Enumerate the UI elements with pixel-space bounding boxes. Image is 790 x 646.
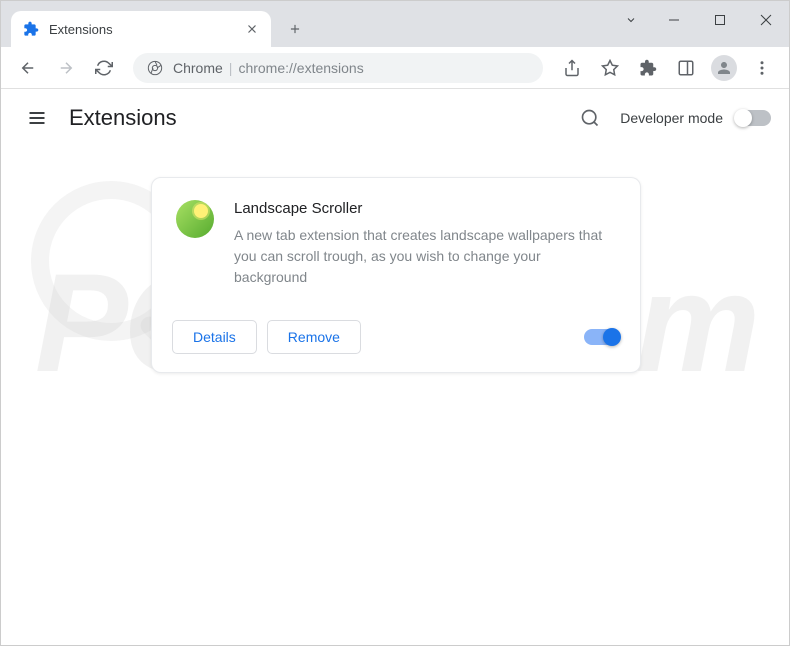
toggle-knob	[734, 109, 752, 127]
extensions-content: Landscape Scroller A new tab extension t…	[1, 147, 789, 373]
developer-mode-label: Developer mode	[620, 110, 723, 126]
main-menu-button[interactable]	[19, 100, 55, 136]
chrome-icon	[147, 60, 163, 76]
browser-toolbar: Chrome | chrome://extensions	[1, 47, 789, 89]
window-controls	[611, 1, 789, 39]
side-panel-button[interactable]	[669, 51, 703, 85]
extensions-header: Extensions Developer mode	[1, 89, 789, 147]
close-window-button[interactable]	[743, 1, 789, 39]
toggle-knob	[603, 328, 621, 346]
plus-icon	[288, 22, 302, 36]
star-icon	[601, 59, 619, 77]
close-icon	[760, 14, 772, 26]
extension-card: Landscape Scroller A new tab extension t…	[151, 177, 641, 373]
forward-button[interactable]	[49, 51, 83, 85]
extension-body: Landscape Scroller A new tab extension t…	[152, 178, 640, 306]
address-bar[interactable]: Chrome | chrome://extensions	[133, 53, 543, 83]
extension-app-icon	[176, 200, 214, 238]
details-button[interactable]: Details	[172, 320, 257, 354]
back-button[interactable]	[11, 51, 45, 85]
reload-button[interactable]	[87, 51, 121, 85]
reload-icon	[95, 59, 113, 77]
extension-info: Landscape Scroller A new tab extension t…	[234, 200, 616, 288]
menu-button[interactable]	[745, 51, 779, 85]
extension-description: A new tab extension that creates landsca…	[234, 225, 616, 288]
panel-icon	[677, 59, 695, 77]
share-button[interactable]	[555, 51, 589, 85]
new-tab-button[interactable]	[281, 15, 309, 43]
close-tab-icon[interactable]	[245, 22, 259, 36]
tab-search-button[interactable]	[611, 1, 651, 39]
maximize-button[interactable]	[697, 1, 743, 39]
search-icon	[580, 108, 600, 128]
window-titlebar: Extensions	[1, 1, 789, 47]
page-title: Extensions	[69, 105, 572, 131]
extension-enable-toggle[interactable]	[584, 329, 620, 345]
share-icon	[563, 59, 581, 77]
omnibox-url: chrome://extensions	[238, 60, 363, 76]
chevron-down-icon	[625, 14, 637, 26]
tab-title: Extensions	[49, 22, 245, 37]
hamburger-icon	[27, 108, 47, 128]
minimize-button[interactable]	[651, 1, 697, 39]
person-icon	[715, 59, 733, 77]
omnibox-separator: |	[229, 60, 233, 76]
omnibox-prefix: Chrome	[173, 60, 223, 76]
avatar	[711, 55, 737, 81]
extension-icon	[23, 21, 39, 37]
bookmark-button[interactable]	[593, 51, 627, 85]
arrow-right-icon	[57, 59, 75, 77]
extensions-button[interactable]	[631, 51, 665, 85]
profile-button[interactable]	[707, 51, 741, 85]
dots-vertical-icon	[753, 59, 771, 77]
search-extensions-button[interactable]	[572, 100, 608, 136]
extension-name: Landscape Scroller	[234, 200, 616, 217]
arrow-left-icon	[19, 59, 37, 77]
maximize-icon	[714, 14, 726, 26]
extension-footer: Details Remove	[152, 306, 640, 372]
remove-button[interactable]: Remove	[267, 320, 361, 354]
minimize-icon	[668, 14, 680, 26]
browser-tab[interactable]: Extensions	[11, 11, 271, 47]
developer-mode-toggle[interactable]	[735, 110, 771, 126]
puzzle-icon	[639, 59, 657, 77]
